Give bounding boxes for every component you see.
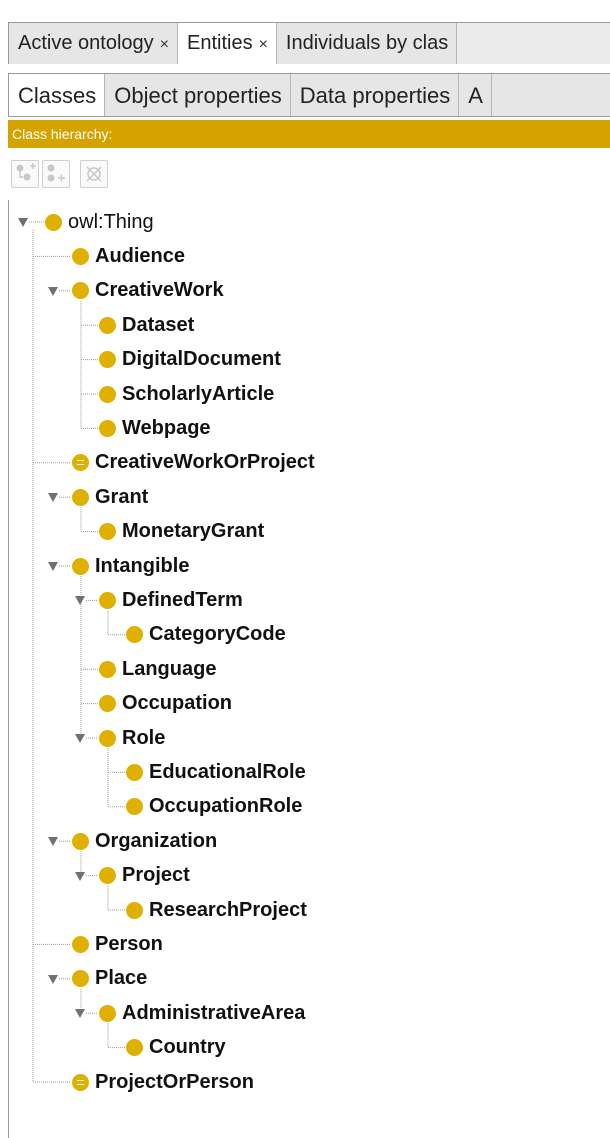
class-icon [99,419,116,437]
tree-node-label: Occupation [122,692,233,715]
class-icon [72,832,89,850]
class-icon [72,247,89,265]
tree-node-label: Person [95,932,163,955]
tree-node-person[interactable]: Person [72,927,163,961]
class-icon [72,488,89,506]
class-icon [126,626,143,644]
class-icon [45,213,62,231]
expand-toggle-icon[interactable] [75,871,85,881]
tree-node-place[interactable]: Place [72,962,147,996]
expand-toggle-icon[interactable] [75,596,85,606]
tree-node-label: DefinedTerm [122,588,243,611]
tree-node-audience[interactable]: Audience [72,239,185,273]
defined-class-icon [72,454,89,472]
tree-node-label: CreativeWorkOrProject [95,451,315,474]
tree-node-owl-thing[interactable]: owl:Thing [45,205,154,239]
tree-node-label: ScholarlyArticle [122,382,275,405]
tree-node-label: Intangible [95,554,190,577]
class-icon [99,351,116,369]
tree-node-role[interactable]: Role [99,721,165,755]
tree-node-language[interactable]: Language [99,652,216,686]
tree-node-label: EducationalRole [149,760,306,783]
tree-node-label: OccupationRole [149,795,303,818]
tree-node-webpage[interactable]: Webpage [99,411,211,445]
expand-toggle-icon[interactable] [48,562,58,571]
expand-toggle-icon[interactable] [18,218,28,227]
expand-toggle-icon[interactable] [48,493,58,503]
tree-node-label: Place [95,967,148,990]
class-icon [99,316,116,334]
tree-node-monetarygrant[interactable]: MonetaryGrant [99,515,264,549]
class-icon [99,867,116,885]
expand-toggle-icon[interactable] [48,286,58,296]
tree-node-occupation[interactable]: Occupation [99,687,232,721]
tree-node-administrativearea[interactable]: AdministrativeArea [99,996,305,1030]
class-icon [99,1004,116,1022]
class-icon [72,970,89,988]
defined-class-icon [72,1073,89,1091]
class-icon [126,798,143,816]
tree-node-occupationrole[interactable]: OccupationRole [126,790,302,824]
tree-node-dataset[interactable]: Dataset [99,308,194,342]
class-icon [99,729,116,747]
tree-node-label: AdministrativeArea [122,1001,306,1024]
tree-node-label: Grant [95,485,149,508]
tree-node-label: Role [122,726,166,749]
class-icon [72,282,89,300]
tree-node-label: Project [122,864,190,887]
expand-toggle-icon[interactable] [48,837,58,847]
tree-node-digitaldocument[interactable]: DigitalDocument [99,343,281,377]
tree-node-label: Webpage [122,416,211,439]
tree-node-label: DigitalDocument [122,348,281,371]
tree-node-creativeworkorproject[interactable]: CreativeWorkOrProject [72,446,315,480]
tree-node-label: MonetaryGrant [122,520,265,543]
tree-node-label: Dataset [122,313,195,336]
class-icon [72,935,89,953]
tree-node-label: CategoryCode [149,623,286,646]
tree-node-definedterm[interactable]: DefinedTerm [99,583,243,617]
tree-node-country[interactable]: Country [126,1031,226,1065]
tree-node-creativework[interactable]: CreativeWork [72,274,224,308]
tree-node-educationalrole[interactable]: EducationalRole [126,755,306,789]
expand-toggle-icon[interactable] [75,1009,85,1019]
class-icon [126,763,143,781]
tree-node-label: CreativeWork [95,279,224,302]
class-icon [126,901,143,919]
tree-node-projectorperson[interactable]: ProjectOrPerson [72,1065,254,1099]
expand-toggle-icon[interactable] [75,734,85,743]
tree-node-grant[interactable]: Grant [72,480,148,514]
class-icon [99,695,116,713]
tree-node-label: Audience [95,244,186,267]
tree-node-organization[interactable]: Organization [72,824,217,858]
class-icon [126,1039,143,1057]
tree-node-label: Organization [95,829,218,852]
tree-node-project[interactable]: Project [99,859,190,893]
tree-node-label: Language [122,657,217,680]
tree-node-label: ProjectOrPerson [95,1070,254,1093]
tree-node-intangible[interactable]: Intangible [72,549,189,583]
class-icon [99,660,116,678]
class-icon [99,385,116,403]
class-icon [72,557,89,575]
tree-node-categorycode[interactable]: CategoryCode [126,618,286,652]
tree-node-label: owl:Thing [68,210,154,233]
class-icon [99,523,116,541]
tree-node-scholarlyarticle[interactable]: ScholarlyArticle [99,377,274,411]
tree-node-label: Country [149,1036,226,1059]
tree-node-researchproject[interactable]: ResearchProject [126,893,307,927]
class-icon [99,591,116,609]
expand-toggle-icon[interactable] [48,974,58,984]
tree-node-label: ResearchProject [149,898,307,921]
